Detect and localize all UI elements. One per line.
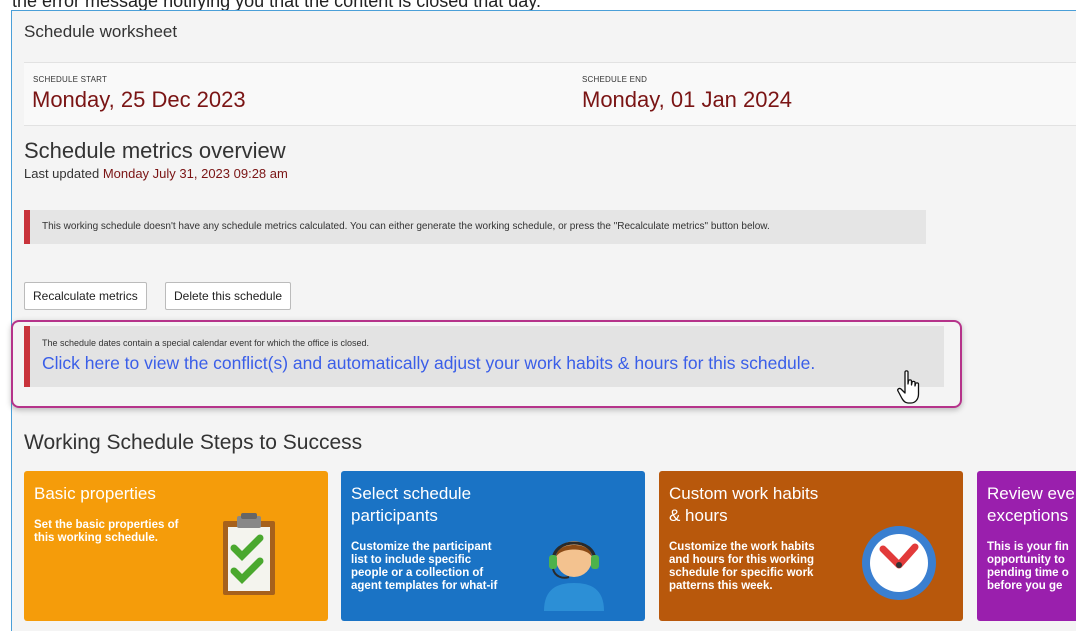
step-card-title: Basic properties xyxy=(34,484,156,503)
last-updated: Last updated Monday July 31, 2023 09:28 … xyxy=(24,166,288,181)
headset-agent-icon xyxy=(544,541,604,611)
conflict-banner: The schedule dates contain a special cal… xyxy=(24,326,944,387)
step-card-description: Set the basic properties of this working… xyxy=(34,519,179,544)
schedule-start-label: SCHEDULE START xyxy=(33,75,108,84)
step-card-title: Custom work habits & hours xyxy=(669,484,819,525)
step-card-title: Review eve exceptions xyxy=(987,484,1075,525)
schedule-end-value: Monday, 01 Jan 2024 xyxy=(582,87,792,112)
hand-cursor-icon xyxy=(897,370,920,404)
step-card-description: This is your fin opportunity to pending … xyxy=(987,541,1069,592)
step-card-basic-properties[interactable]: Basic properties Set the basic propertie… xyxy=(24,471,328,621)
clipboard-check-icon xyxy=(223,513,275,595)
step-card-select-participants[interactable]: Select schedule participants Customize t… xyxy=(341,471,645,621)
recalculate-metrics-button[interactable]: Recalculate metrics xyxy=(24,282,147,310)
last-updated-value: Monday July 31, 2023 09:28 am xyxy=(102,166,288,181)
step-card-work-habits[interactable]: Custom work habits & hours Customize the… xyxy=(659,471,963,621)
delete-schedule-button[interactable]: Delete this schedule xyxy=(165,282,292,310)
last-updated-label: Last updated xyxy=(24,166,100,181)
schedule-start-value: Monday, 25 Dec 2023 xyxy=(32,87,246,112)
step-card-description: Customize the participant list to includ… xyxy=(351,541,498,592)
conflict-message: The schedule dates contain a special cal… xyxy=(42,338,370,348)
step-card-review-exceptions[interactable]: Review eve exceptions This is your fin o… xyxy=(977,471,1076,621)
metrics-warning-banner: This working schedule doesn't have any s… xyxy=(24,210,926,244)
metrics-heading: Schedule metrics overview xyxy=(24,138,286,163)
view-conflicts-link[interactable]: Click here to view the conflict(s) and a… xyxy=(42,353,815,374)
page-title: Schedule worksheet xyxy=(24,22,178,41)
step-card-title: Select schedule participants xyxy=(351,484,472,525)
schedule-end-label: SCHEDULE END xyxy=(582,75,648,84)
step-card-description: Customize the work habits and hours for … xyxy=(669,541,815,592)
clock-icon xyxy=(862,526,936,600)
schedule-dates-panel: SCHEDULE START Monday, 25 Dec 2023 SCHED… xyxy=(24,62,1076,126)
steps-heading: Working Schedule Steps to Success xyxy=(24,431,363,454)
